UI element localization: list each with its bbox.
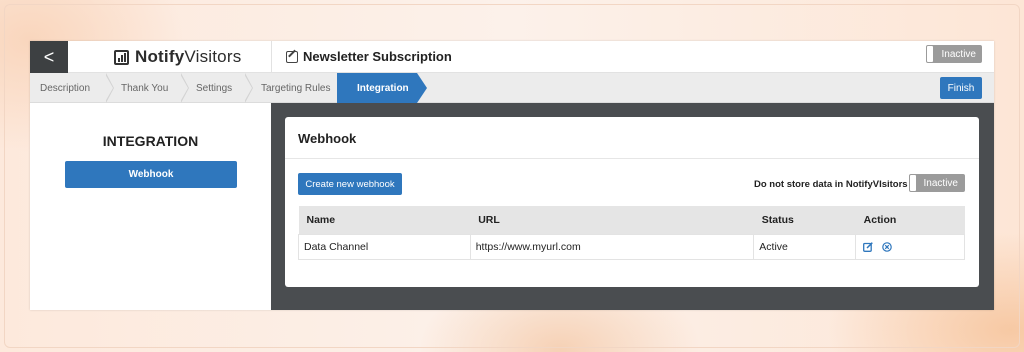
left-panel-title: INTEGRATION — [102, 133, 199, 149]
webhook-table: Name URL Status Action Data Channel http… — [298, 206, 965, 260]
chevron-left-icon: < — [43, 46, 55, 67]
logo: NotifyVisitors — [114, 47, 241, 67]
step-description[interactable]: Description — [30, 73, 114, 103]
step-label: Thank You — [121, 82, 169, 94]
cell-name: Data Channel — [298, 233, 471, 260]
header: < NotifyVisitors Newsletter Subscription… — [30, 41, 994, 73]
edit-icon[interactable] — [286, 50, 298, 63]
step-integration[interactable]: Integration — [337, 73, 427, 103]
cell-url: https://www.myurl.com — [469, 233, 755, 260]
store-data-label: Do not store data in NotifyVIsitors — [754, 179, 908, 190]
webhook-card: Webhook Create new webhook Do not store … — [285, 117, 979, 287]
column-header-name: Name — [306, 213, 336, 226]
column-header-url: URL — [478, 213, 500, 226]
toggle-knob — [910, 175, 916, 191]
step-thank-you[interactable]: Thank You — [106, 73, 189, 103]
finish-button[interactable]: Finish — [940, 77, 982, 99]
page-title-text: Newsletter Subscription — [303, 49, 452, 64]
status-toggle-label: Inactive — [941, 48, 976, 60]
close-circle-icon[interactable] — [882, 241, 892, 252]
content-area: Webhook Create new webhook Do not store … — [271, 103, 994, 310]
cell-status: Active — [753, 233, 857, 260]
status-toggle[interactable]: Inactive — [926, 45, 982, 63]
step-label: Description — [40, 82, 91, 94]
edit-icon[interactable] — [863, 241, 873, 252]
step-settings[interactable]: Settings — [181, 73, 253, 103]
store-data-toggle-label: Inactive — [923, 177, 958, 189]
store-data-toggle[interactable]: Inactive — [909, 174, 965, 192]
column-header-status: Status — [761, 213, 794, 226]
card-title: Webhook — [298, 131, 357, 146]
bar-chart-icon — [114, 49, 129, 65]
step-label: Integration — [357, 82, 409, 94]
logo-text: NotifyVisitors — [135, 47, 242, 66]
step-label: Settings — [196, 82, 233, 94]
card-header: Webhook — [285, 117, 979, 159]
steps-bar: Description Thank You Settings Targeting… — [30, 73, 994, 103]
table-row: Data Channel https://www.myurl.com Activ… — [298, 233, 965, 260]
column-header-action: Action — [863, 213, 897, 226]
table-header-row: Name URL Status Action — [298, 206, 965, 234]
cell-actions — [855, 233, 965, 260]
webhook-nav-button[interactable]: Webhook — [65, 161, 237, 188]
page-title: Newsletter Subscription — [286, 49, 452, 64]
left-panel: INTEGRATION Webhook — [30, 103, 271, 310]
back-button[interactable]: < — [30, 41, 68, 73]
app-window: < NotifyVisitors Newsletter Subscription… — [30, 41, 994, 310]
step-active-arrow — [417, 73, 427, 103]
step-targeting-rules[interactable]: Targeting Rules — [245, 73, 337, 103]
create-webhook-button[interactable]: Create new webhook — [298, 173, 402, 195]
header-divider — [271, 41, 272, 73]
step-label: Targeting Rules — [261, 82, 331, 94]
toggle-knob — [927, 46, 933, 62]
